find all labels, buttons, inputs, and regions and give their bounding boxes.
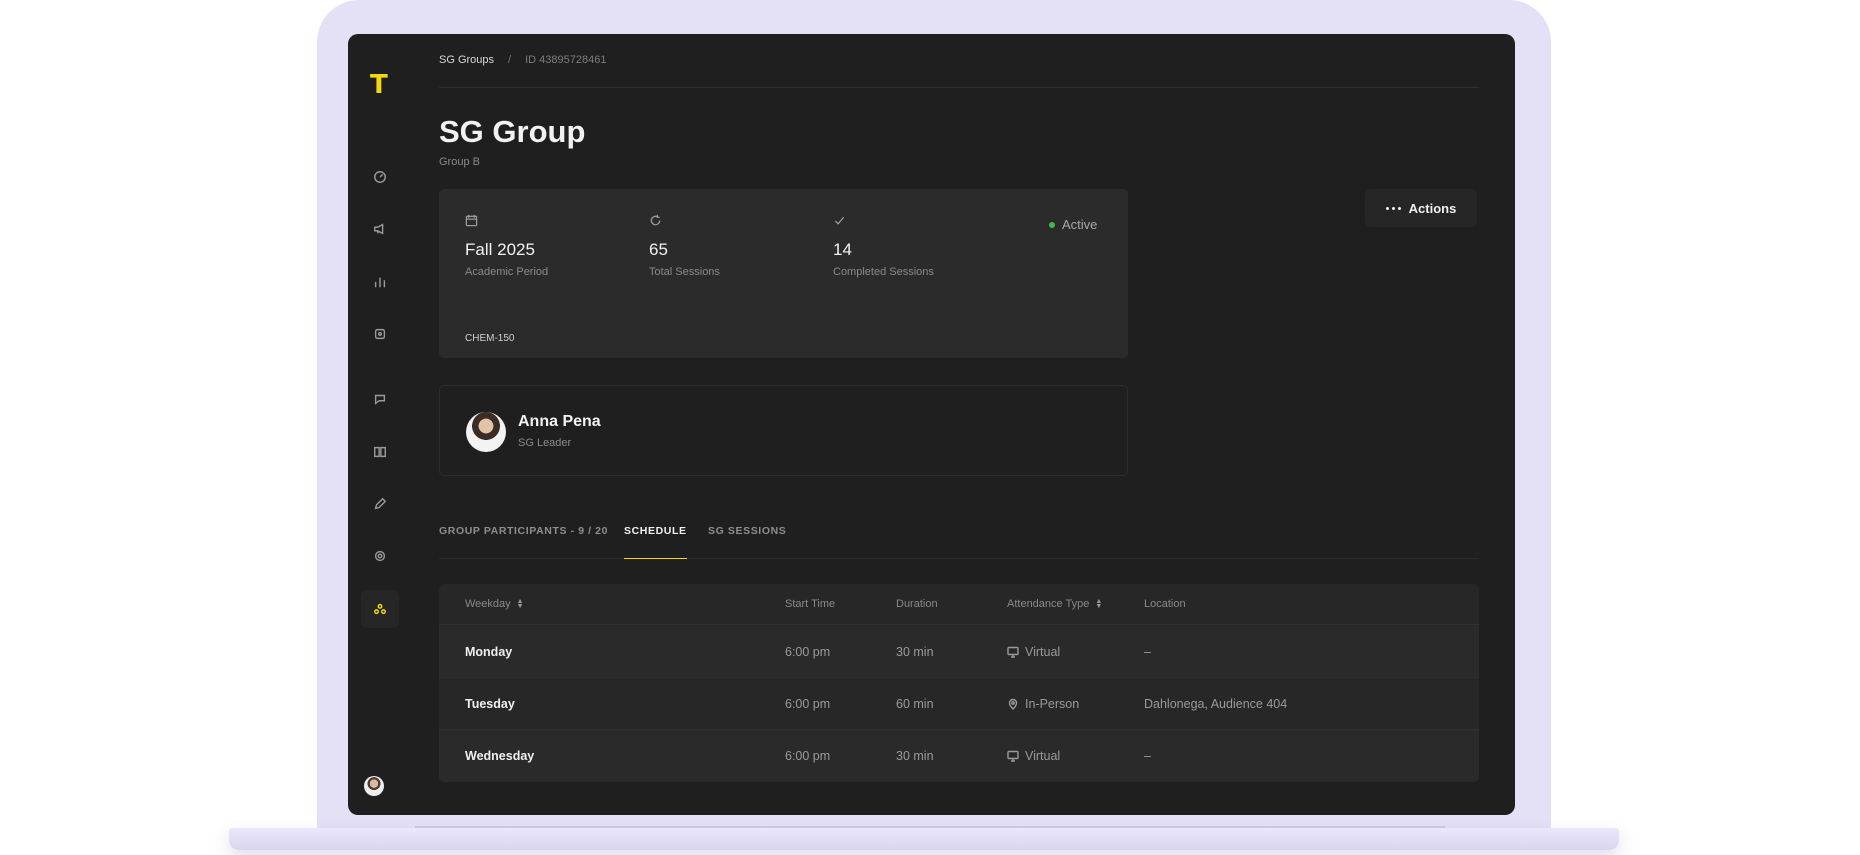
leader-role: SG Leader [518, 437, 572, 449]
tab-sg-sessions[interactable]: SG SESSIONS [708, 522, 786, 559]
stat-academic-period: Fall 2025 Academic Period [465, 214, 635, 278]
column-label: Attendance Type [1007, 598, 1090, 610]
sort-icon[interactable]: ▲ ▼ [517, 598, 524, 610]
cell-attendance-type: Virtual [1007, 749, 1060, 763]
tab-group-participants[interactable]: GROUP PARTICIPANTS - 9 / 20 [439, 522, 608, 559]
monitor-icon [1007, 750, 1019, 762]
stat-value: 14 [833, 240, 852, 259]
tab-bar: GROUP PARTICIPANTS - 9 / 20 SCHEDULE SG … [439, 522, 1479, 559]
cell-attendance-type: In-Person [1007, 697, 1079, 711]
app-logo[interactable]: T [370, 70, 388, 100]
course-tag[interactable]: CHEM-150 [459, 331, 520, 346]
cell-location: – [1144, 749, 1151, 763]
column-attendance-type[interactable]: Attendance Type ▲ ▼ [1007, 598, 1102, 610]
stat-value: Fall 2025 [465, 240, 535, 259]
stat-label: Total Sessions [649, 266, 720, 278]
main-content: SG Groups / ID 43895728461 SG Group Grou… [439, 34, 1479, 815]
header-divider [439, 87, 1479, 88]
tab-schedule[interactable]: SCHEDULE [624, 522, 687, 559]
map-pin-icon [1008, 698, 1018, 710]
page-title: SG Group [439, 114, 586, 149]
book-icon[interactable] [366, 438, 394, 466]
schedule-table: Weekday ▲ ▼ Start Time Duration Attendanc… [439, 584, 1479, 782]
stat-label: Academic Period [465, 266, 549, 278]
attendance-label: Virtual [1025, 749, 1061, 763]
pencil-icon[interactable] [366, 490, 394, 518]
cell-start-time: 6:00 pm [785, 697, 831, 711]
column-weekday[interactable]: Weekday ▲ ▼ [465, 598, 524, 610]
column-label: Weekday [465, 598, 511, 610]
breadcrumb-separator: / [508, 54, 512, 66]
study-groups-icon[interactable] [361, 590, 399, 628]
monitor-icon [1007, 646, 1019, 658]
cell-attendance-type: Virtual [1007, 645, 1060, 659]
page-subtitle: Group B [439, 156, 480, 168]
leader-avatar [466, 412, 506, 452]
app-screen: T SG Groups / ID 43895728461 SG Group Gr… [348, 34, 1515, 815]
status-label: Active [1062, 217, 1098, 232]
table-row[interactable]: Monday 6:00 pm 30 min Virtual – [439, 626, 1479, 678]
dashboard-icon[interactable] [366, 163, 394, 191]
stat-total-sessions: 65 Total Sessions [649, 214, 819, 278]
cell-duration: 30 min [896, 645, 934, 659]
leader-card: Anna Pena SG Leader [439, 385, 1128, 476]
more-dots-icon [1385, 206, 1401, 210]
cell-duration: 60 min [896, 697, 934, 711]
sidebar: T [348, 34, 411, 815]
table-header: Weekday ▲ ▼ Start Time Duration Attendanc… [439, 584, 1479, 625]
column-duration: Duration [896, 598, 938, 610]
cell-weekday: Wednesday [465, 749, 535, 763]
column-start-time: Start Time [785, 598, 836, 610]
cell-weekday: Monday [465, 645, 513, 659]
puzzle-icon[interactable] [366, 320, 394, 348]
target-icon[interactable] [366, 542, 394, 570]
status-badge: Active [1049, 217, 1097, 232]
cell-duration: 30 min [896, 749, 934, 763]
attendance-label: Virtual [1025, 645, 1061, 659]
table-row[interactable]: Tuesday 6:00 pm 60 min In-Person Dahlone… [439, 678, 1479, 730]
stat-completed-sessions: 14 Completed Sessions [833, 214, 1003, 278]
cell-location: Dahlonega, Audience 404 [1144, 697, 1288, 711]
cell-start-time: 6:00 pm [785, 749, 831, 763]
leader-name[interactable]: Anna Pena [518, 413, 601, 431]
laptop-base [229, 828, 1619, 850]
stat-value: 65 [649, 240, 668, 259]
column-location: Location [1144, 598, 1186, 610]
group-info-card: Fall 2025 Academic Period 65 Total Sessi… [439, 189, 1128, 358]
breadcrumb-current: ID 43895728461 [525, 54, 607, 66]
cell-weekday: Tuesday [465, 697, 515, 711]
table-row[interactable]: Wednesday 6:00 pm 30 min Virtual – [439, 730, 1479, 782]
cell-location: – [1144, 645, 1151, 659]
calendar-icon [465, 214, 478, 227]
cell-start-time: 6:00 pm [785, 645, 831, 659]
user-avatar[interactable] [364, 776, 384, 796]
status-dot-icon [1049, 221, 1055, 228]
refresh-icon [649, 214, 662, 227]
bar-chart-icon[interactable] [366, 268, 394, 296]
breadcrumb-sg-groups[interactable]: SG Groups [439, 54, 494, 66]
megaphone-icon[interactable] [366, 215, 394, 243]
chat-icon[interactable] [366, 385, 394, 413]
actions-label: Actions [1408, 200, 1457, 216]
check-icon [833, 214, 846, 227]
attendance-label: In-Person [1025, 697, 1080, 711]
sort-icon[interactable]: ▲ ▼ [1095, 598, 1102, 610]
actions-button[interactable]: Actions [1365, 189, 1477, 227]
stat-label: Completed Sessions [833, 266, 934, 278]
breadcrumb: SG Groups / ID 43895728461 [439, 54, 606, 66]
